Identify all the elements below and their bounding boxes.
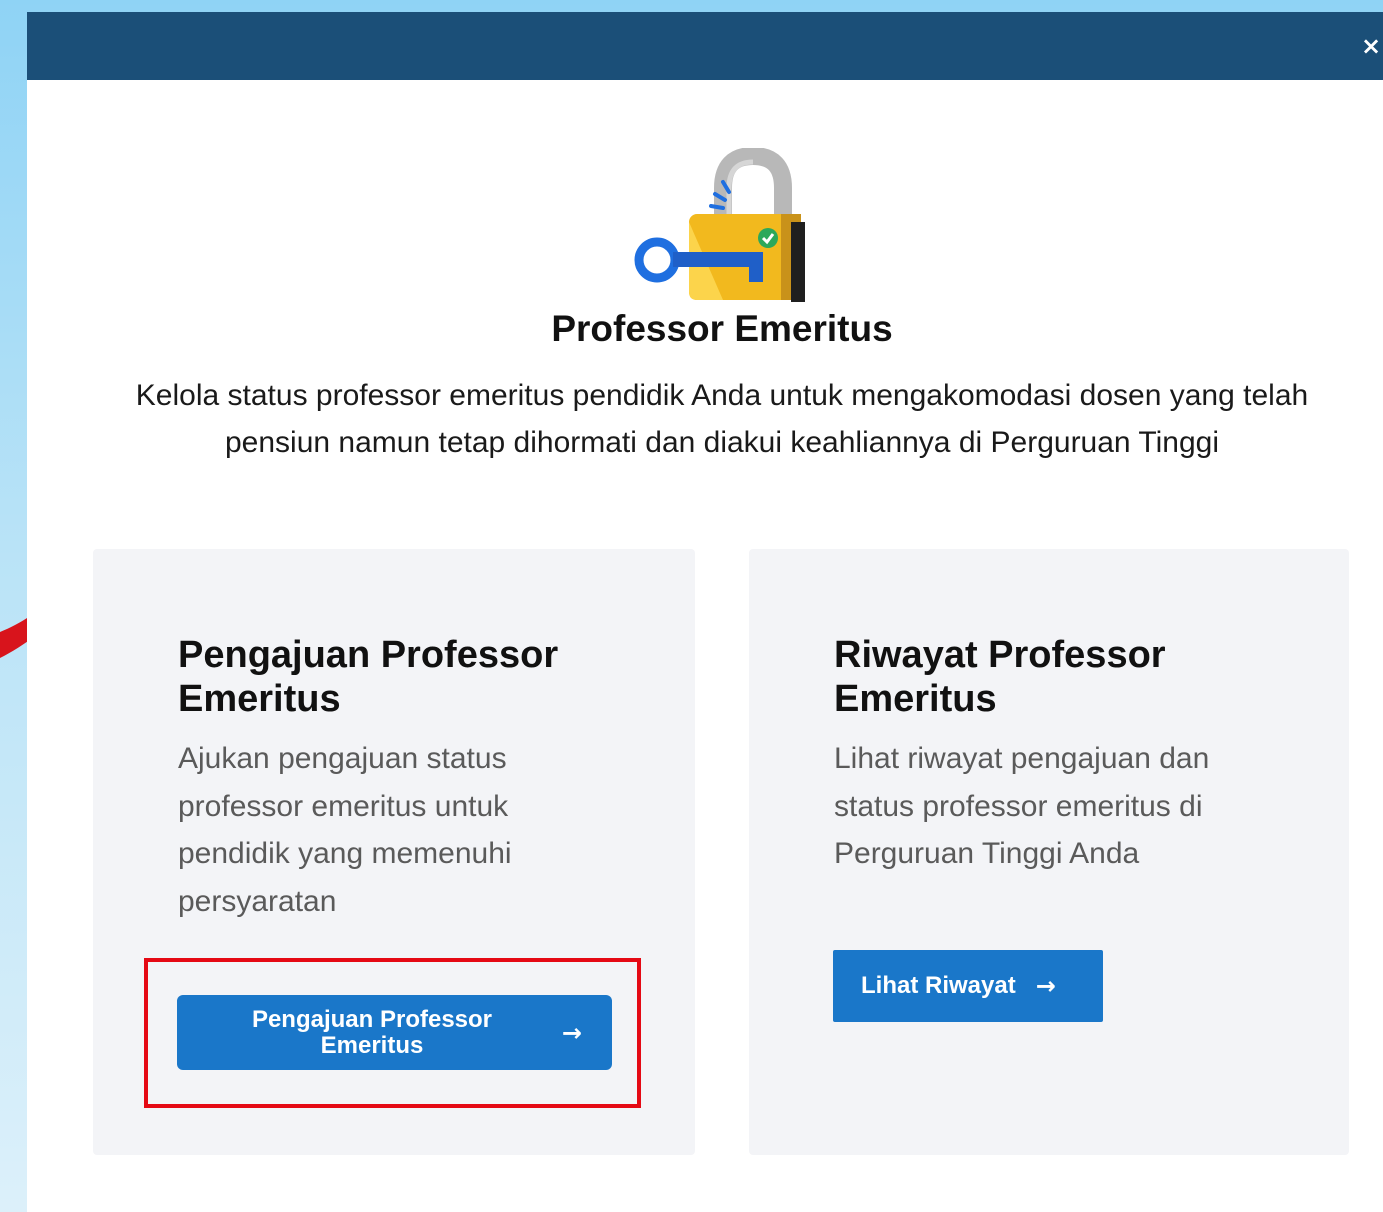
modal-title: Professor Emeritus: [551, 308, 893, 349]
professor-emeritus-modal: × Professor Emeritus Kelola status profe…: [27, 12, 1383, 1212]
submit-professor-emeritus-button[interactable]: Pengajuan Professor Emeritus →: [177, 995, 612, 1070]
card-title: Pengajuan Professor Emeritus: [178, 634, 559, 720]
card-title: Riwayat Professor Emeritus: [834, 634, 1166, 720]
submission-card: Pengajuan Professor Emeritus Ajukan peng…: [93, 549, 695, 1155]
arrow-right-icon: →: [561, 1019, 582, 1047]
history-card: Riwayat Professor Emeritus Lihat riwayat…: [749, 549, 1349, 1155]
close-icon[interactable]: ×: [1361, 34, 1383, 58]
button-label: Pengajuan Professor Emeritus: [251, 1005, 493, 1059]
view-history-button[interactable]: Lihat Riwayat →: [833, 950, 1103, 1022]
modal-header: ×: [27, 12, 1383, 80]
modal-subtitle: Kelola status professor emeritus pendidi…: [135, 379, 1309, 459]
arrow-right-icon: →: [1035, 972, 1056, 1000]
padlock-key-icon: [634, 148, 805, 302]
button-label: Lihat Riwayat: [861, 972, 1016, 999]
card-description: Lihat riwayat pengajuan dan status profe…: [834, 742, 1210, 870]
card-description: Ajukan pengajuan status professor emerit…: [178, 742, 512, 918]
